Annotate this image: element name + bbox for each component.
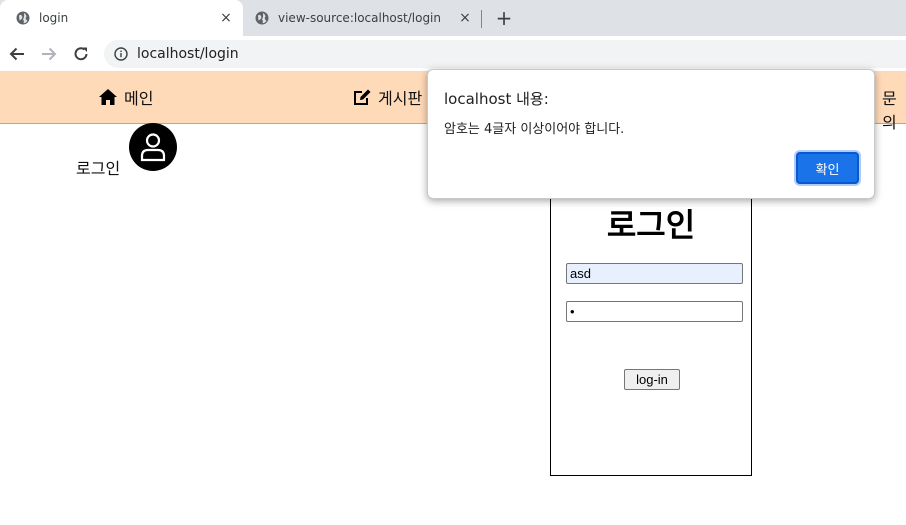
login-form: 로그인 log-in — [550, 175, 752, 476]
close-tab-icon[interactable]: × — [218, 10, 234, 26]
login-link[interactable]: 로그인 — [76, 155, 120, 179]
tab-strip: login × view-source:localhost/login × + — [0, 0, 906, 36]
url-text: localhost/login — [137, 46, 239, 62]
user-icon — [140, 133, 166, 162]
nav-link-label: 메인 — [124, 89, 154, 108]
id-input[interactable] — [566, 263, 743, 284]
address-bar[interactable]: localhost/login — [104, 40, 906, 68]
password-input[interactable] — [566, 301, 743, 322]
nav-link-board[interactable]: 게시판 — [352, 85, 422, 109]
tab-view-source[interactable]: view-source:localhost/login × — [243, 0, 482, 36]
globe-icon — [16, 11, 30, 25]
globe-icon — [255, 11, 269, 25]
nav-link-inquiry[interactable]: 문의 — [882, 85, 906, 133]
dialog-message: 암호는 4글자 이상이어야 합니다. — [444, 122, 625, 137]
info-icon[interactable] — [114, 47, 128, 61]
reload-icon — [74, 47, 88, 61]
reload-button[interactable] — [70, 43, 92, 65]
edit-icon — [354, 89, 371, 105]
dialog-title: localhost 내용: — [444, 90, 549, 108]
forward-button[interactable] — [38, 43, 60, 65]
arrow-left-icon — [9, 47, 24, 61]
tab-login[interactable]: login × — [0, 0, 243, 36]
login-button[interactable]: log-in — [624, 369, 680, 390]
arrow-right-icon — [42, 47, 57, 61]
tab-title: login — [39, 11, 69, 25]
login-title: 로그인 — [606, 206, 696, 244]
alert-dialog: localhost 내용: 암호는 4글자 이상이어야 합니다. 확인 — [427, 69, 875, 199]
close-tab-icon[interactable]: × — [457, 10, 473, 26]
back-button[interactable] — [6, 43, 28, 65]
tab-title: view-source:localhost/login — [278, 11, 441, 25]
nav-link-label: 게시판 — [378, 89, 423, 108]
browser-toolbar: localhost/login — [0, 36, 906, 72]
new-tab-button[interactable]: + — [494, 8, 514, 28]
nav-link-main[interactable]: 메인 — [98, 85, 153, 109]
home-icon — [99, 89, 117, 105]
ok-button[interactable]: 확인 — [796, 152, 859, 184]
nav-link-label: 문의 — [882, 89, 897, 132]
avatar[interactable] — [129, 123, 177, 171]
tab-divider — [481, 10, 482, 28]
